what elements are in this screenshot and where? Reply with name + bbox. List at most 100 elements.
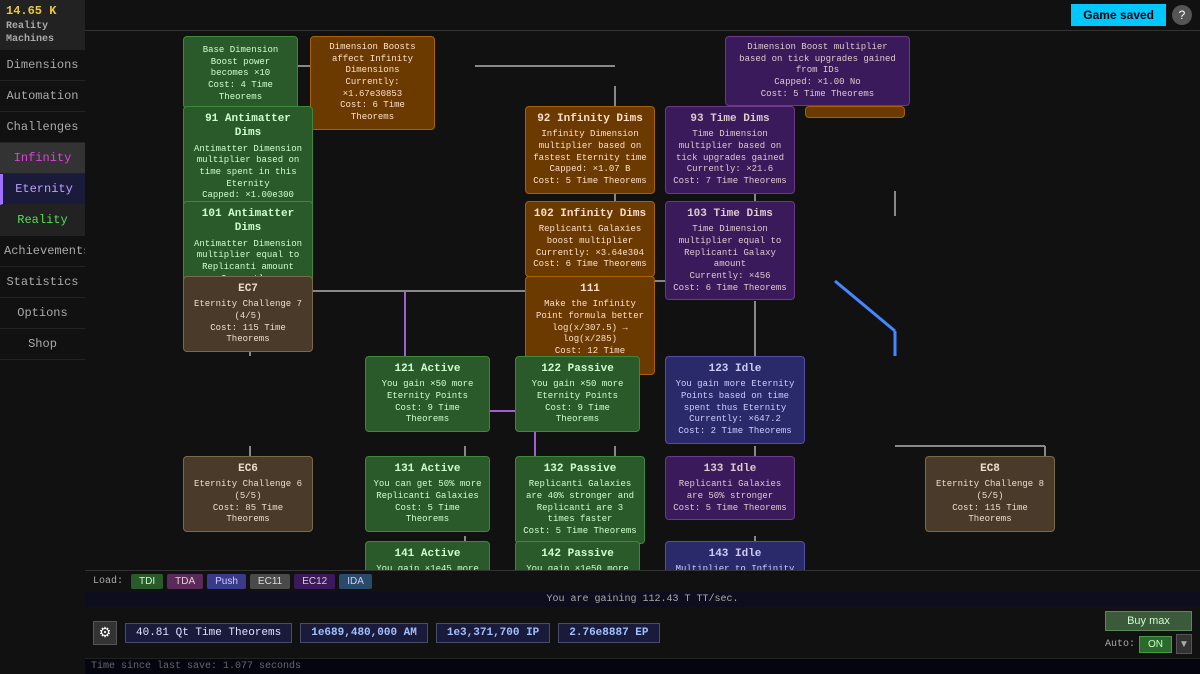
card-142pass[interactable]: 142 Passive You gain ×1e50 more Infinity… [515,541,640,570]
card-103time[interactable]: 103 Time Dims Time Dimension multiplier … [665,201,795,300]
card-123idle-title: 123 Idle [673,362,797,376]
bottom-bar: Load: TDI TDA Push EC11 EC12 IDA You are… [85,570,1200,658]
card-ec8-title: EC8 [933,462,1047,476]
gaining-text: You are gaining 112.43 T TT/sec. [546,594,738,605]
card-91am-title: 91 Antimatter Dims [191,112,305,141]
card-121act-title: 121 Active [373,362,482,376]
card-133idle-title: 133 Idle [673,462,787,476]
card-132pass-title: 132 Passive [523,462,637,476]
card-top3[interactable]: Dimension Boost multiplier based on tick… [725,36,910,106]
card-101am-title: 101 Antimatter Dims [191,207,305,236]
auto-on-button[interactable]: ON [1139,636,1172,653]
sidebar-item-options[interactable]: Options [0,298,85,329]
gear-button[interactable]: ⚙ [93,621,117,645]
card-top3-body: Dimension Boost multiplier based on tick… [733,42,902,100]
card-92inf-title: 92 Infinity Dims [533,112,647,126]
card-ec8[interactable]: EC8 Eternity Challenge 8 (5/5)Cost: 115 … [925,456,1055,532]
card-131act-title: 131 Active [373,462,482,476]
card-123idle-body: You gain more Eternity Points based on t… [673,379,797,437]
resources-row: ⚙ 40.81 Qt Time Theorems 1e689,480,000 A… [85,607,1200,658]
sidebar: 14.65 K Reality Machines Dimensions Auto… [0,0,85,674]
card-141act[interactable]: 141 Active You gain ×1e45 more Infinity … [365,541,490,570]
top-bar: Game saved ? [85,0,1200,31]
sidebar-item-eternity[interactable]: Eternity [0,174,85,205]
card-ec7-body: Eternity Challenge 7 (4/5)Cost: 115 Time… [191,299,305,346]
sidebar-item-achievements[interactable]: Achievements [0,236,85,267]
card-93time[interactable]: 93 Time Dims Time Dimension multiplier b… [665,106,795,194]
sidebar-item-infinity[interactable]: Infinity [0,143,85,174]
card-ec6[interactable]: EC6 Eternity Challenge 6 (5/5)Cost: 85 T… [183,456,313,532]
ep-value: 2.76e8887 EP [569,627,648,639]
sidebar-item-dimensions[interactable]: Dimensions [0,50,85,81]
card-top-right[interactable] [805,106,905,118]
buy-max-button[interactable]: Buy max [1105,611,1192,631]
card-102inf[interactable]: 102 Infinity Dims Replicanti Galaxies bo… [525,201,655,277]
auto-label: Auto: [1105,639,1135,650]
card-143idle-title: 143 Idle [673,547,797,561]
card-143idle[interactable]: 143 Idle Multiplier to Infinity Points, … [665,541,805,570]
sidebar-header: 14.65 K Reality Machines [0,0,85,50]
card-131act-body: You can get 50% more Replicanti Galaxies… [373,479,482,526]
ep-display: 2.76e8887 EP [558,623,659,643]
ip-value: 1e3,371,700 IP [447,627,539,639]
card-122pass-body: You gain ×50 more Eternity PointsCost: 9… [523,379,632,426]
card-top1[interactable]: Base Dimension Boost power becomes ×10Co… [183,36,298,109]
load-tdi-button[interactable]: TDI [131,574,163,589]
card-121act[interactable]: 121 Active You gain ×50 more Eternity Po… [365,356,490,432]
sidebar-item-statistics[interactable]: Statistics [0,267,85,298]
gaining-row: You are gaining 112.43 T TT/sec. [85,592,1200,607]
sidebar-item-automation[interactable]: Automation [0,81,85,112]
sidebar-item-challenges[interactable]: Challenges [0,112,85,143]
card-92inf-body: Infinity Dimension multiplier based on f… [533,129,647,187]
card-131act[interactable]: 131 Active You can get 50% more Replican… [365,456,490,532]
load-ida-button[interactable]: IDA [339,574,372,589]
sidebar-item-shop[interactable]: Shop [0,329,85,360]
card-123idle[interactable]: 123 Idle You gain more Eternity Points b… [665,356,805,444]
status-text: Time since last save: 1.077 seconds [91,661,301,672]
card-142pass-title: 142 Passive [523,547,632,561]
dropdown-button[interactable]: ▼ [1176,634,1192,654]
card-141act-title: 141 Active [373,547,482,561]
card-143idle-body: Multiplier to Infinity Points, which inc… [673,564,797,570]
card-top2[interactable]: Dimension Boosts affect Infinity Dimensi… [310,36,435,130]
load-row: Load: TDI TDA Push EC11 EC12 IDA [85,571,1200,592]
card-132pass-body: Replicanti Galaxies are 40% stronger and… [523,479,637,537]
card-103time-title: 103 Time Dims [673,207,787,221]
status-bar: Time since last save: 1.077 seconds [85,658,1200,674]
game-saved-button[interactable]: Game saved [1071,4,1166,26]
ip-display: 1e3,371,700 IP [436,623,550,643]
tree-container: Base Dimension Boost power becomes ×10Co… [85,31,1185,570]
help-button[interactable]: ? [1172,5,1192,25]
card-111-title: 111 [533,282,647,296]
card-122pass[interactable]: 122 Passive You gain ×50 more Eternity P… [515,356,640,432]
card-ec6-title: EC6 [191,462,305,476]
load-ec11-button[interactable]: EC11 [250,574,290,589]
load-push-button[interactable]: Push [207,574,246,589]
card-92inf[interactable]: 92 Infinity Dims Infinity Dimension mult… [525,106,655,194]
card-ec6-body: Eternity Challenge 6 (5/5)Cost: 85 Time … [191,479,305,526]
load-label: Load: [93,576,123,587]
main-content: Game saved ? [85,0,1200,674]
card-142pass-body: You gain ×1e50 more Infinity PointsCost:… [523,564,632,570]
theorems-display: 40.81 Qt Time Theorems [125,623,292,643]
sidebar-item-reality[interactable]: Reality [0,205,85,236]
card-ec7-title: EC7 [191,282,305,296]
card-102inf-title: 102 Infinity Dims [533,207,647,221]
antimatter-value: 1e689,480,000 AM [311,627,417,639]
machines-label: Machines [6,33,79,46]
card-ec7[interactable]: EC7 Eternity Challenge 7 (4/5)Cost: 115 … [183,276,313,352]
right-controls: Buy max Auto: ON ▼ [1105,611,1192,654]
card-132pass[interactable]: 132 Passive Replicanti Galaxies are 40% … [515,456,645,544]
card-top2-body: Dimension Boosts affect Infinity Dimensi… [318,42,427,124]
card-93time-body: Time Dimension multiplier based on tick … [673,129,787,187]
load-tda-button[interactable]: TDA [167,574,203,589]
card-102inf-body: Replicanti Galaxies boost multiplierCurr… [533,224,647,271]
card-ec8-body: Eternity Challenge 8 (5/5)Cost: 115 Time… [933,479,1047,526]
card-121act-body: You gain ×50 more Eternity PointsCost: 9… [373,379,482,426]
tree-area[interactable]: Base Dimension Boost power becomes ×10Co… [85,31,1200,570]
card-122pass-title: 122 Passive [523,362,632,376]
card-103time-body: Time Dimension multiplier equal to Repli… [673,224,787,294]
card-133idle[interactable]: 133 Idle Replicanti Galaxies are 50% str… [665,456,795,520]
load-ec12-button[interactable]: EC12 [294,574,335,589]
card-93time-title: 93 Time Dims [673,112,787,126]
